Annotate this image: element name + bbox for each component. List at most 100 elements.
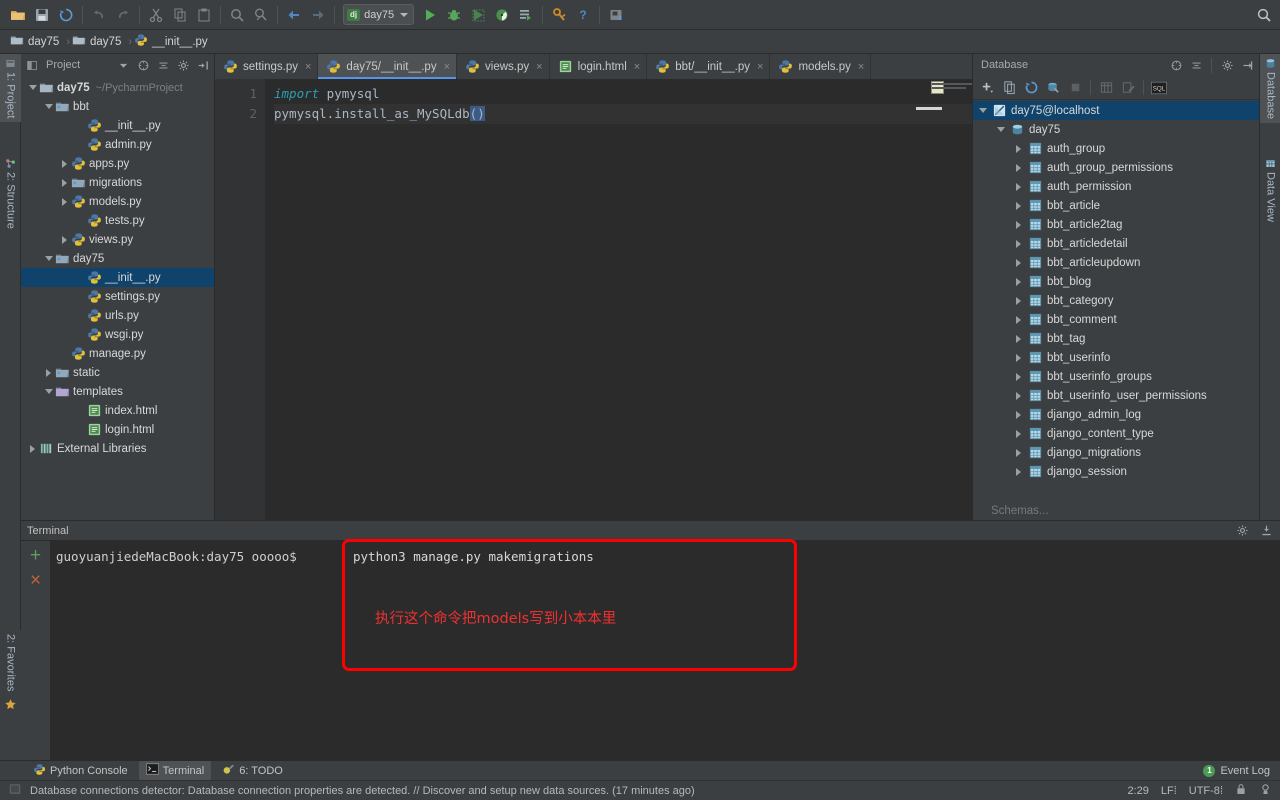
project-tree-item[interactable]: admin.py — [21, 135, 214, 154]
chevron-right-icon[interactable] — [1013, 390, 1024, 401]
database-tree-item[interactable]: bbt_article — [973, 196, 1259, 215]
collapse-all-icon[interactable] — [1188, 57, 1204, 73]
sidebar-tab-favorites[interactable]: 2: Favorites — [0, 630, 21, 715]
add-data-source-icon[interactable] — [977, 78, 997, 98]
sidebar-tab-project[interactable]: 1: Project — [0, 54, 21, 123]
chevron-down-icon[interactable] — [43, 101, 54, 112]
hide-panel-icon[interactable] — [1258, 523, 1274, 539]
project-tree-item[interactable]: bbt — [21, 97, 214, 116]
sync-data-source-icon[interactable] — [1043, 78, 1063, 98]
settings-gear-icon[interactable] — [175, 57, 191, 73]
scroll-from-source-icon[interactable] — [135, 57, 151, 73]
refresh-icon[interactable] — [1021, 78, 1041, 98]
code-content[interactable]: import pymysql pymysql.install_as_MySQLd… — [266, 79, 972, 520]
breadcrumb-item-0[interactable]: day75 — [8, 32, 66, 52]
chevron-down-icon[interactable] — [43, 253, 54, 264]
terminal-scrollbar[interactable] — [1269, 541, 1280, 760]
profile-button[interactable] — [490, 3, 514, 27]
chevron-right-icon[interactable] — [1013, 238, 1024, 249]
sql-console-icon[interactable]: SQL — [1149, 78, 1169, 98]
database-tree-item[interactable]: bbt_blog — [973, 272, 1259, 291]
chevron-right-icon[interactable] — [1013, 428, 1024, 439]
chevron-right-icon[interactable] — [1013, 409, 1024, 420]
breadcrumb-item-1[interactable]: day75 — [70, 32, 128, 52]
chevron-right-icon[interactable] — [1013, 200, 1024, 211]
run-with-coverage-button[interactable] — [466, 3, 490, 27]
sidebar-tab-structure[interactable]: 2: Structure — [0, 154, 21, 233]
chevron-right-icon[interactable] — [1013, 371, 1024, 382]
database-tree-item[interactable]: bbt_tag — [973, 329, 1259, 348]
database-tree-item[interactable]: day75 — [973, 120, 1259, 139]
save-all-icon[interactable] — [30, 3, 54, 27]
project-tree-item[interactable]: wsgi.py — [21, 325, 214, 344]
project-tree-item[interactable]: External Libraries — [21, 439, 214, 458]
undo-icon[interactable] — [87, 3, 111, 27]
chevron-right-icon[interactable] — [59, 196, 70, 207]
database-tree-item[interactable]: auth_permission — [973, 177, 1259, 196]
database-tree[interactable]: day75@localhost day75 auth_group auth_group… — [973, 100, 1259, 501]
editor-tab[interactable]: bbt/__init__.py × — [647, 54, 771, 79]
run-configuration-selector[interactable]: dj day75 — [343, 4, 415, 25]
paste-icon[interactable] — [192, 3, 216, 27]
database-schemas-link[interactable]: Schemas... — [973, 501, 1259, 520]
project-tree-item[interactable]: __init__.py — [21, 116, 214, 135]
editor-tab[interactable]: models.py × — [770, 54, 872, 79]
chevron-right-icon[interactable] — [1013, 333, 1024, 344]
close-icon[interactable]: × — [634, 61, 640, 73]
bottom-tab-python-console[interactable]: Python Console — [26, 761, 135, 781]
project-tree-item[interactable]: migrations — [21, 173, 214, 192]
project-tree-item[interactable]: __init__.py — [21, 268, 214, 287]
line-separator[interactable]: LF⁞ — [1161, 785, 1177, 797]
editor-tab[interactable]: day75/__init__.py × — [318, 54, 458, 79]
project-tree-item[interactable]: models.py — [21, 192, 214, 211]
lock-icon[interactable] — [1235, 783, 1247, 799]
chevron-right-icon[interactable] — [59, 158, 70, 169]
database-tree-item[interactable]: django_migrations — [973, 443, 1259, 462]
settings-gear-icon[interactable] — [1219, 57, 1235, 73]
collapse-all-icon[interactable] — [155, 57, 171, 73]
duplicate-icon[interactable] — [999, 78, 1019, 98]
chevron-right-icon[interactable] — [1013, 257, 1024, 268]
database-tree-item[interactable]: auth_group — [973, 139, 1259, 158]
project-tree-item[interactable]: day75 — [21, 249, 214, 268]
project-tree-item[interactable]: static — [21, 363, 214, 382]
new-terminal-session-button[interactable]: + — [30, 546, 41, 565]
sidebar-tab-data-view[interactable]: Data View — [1260, 154, 1280, 226]
scroll-from-source-icon[interactable] — [1168, 57, 1184, 73]
settings-gear-icon[interactable] — [547, 3, 571, 27]
redo-icon[interactable] — [111, 3, 135, 27]
editor-tab[interactable]: settings.py × — [215, 54, 319, 79]
chevron-right-icon[interactable] — [1013, 219, 1024, 230]
close-icon[interactable]: × — [858, 61, 864, 73]
database-tree-item[interactable]: bbt_articledetail — [973, 234, 1259, 253]
terminal-output[interactable]: guoyuanjiedeMacBook:day75 ooooo$ python3… — [50, 539, 1280, 760]
back-icon[interactable] — [282, 3, 306, 27]
file-encoding[interactable]: UTF-8⁞ — [1189, 785, 1223, 797]
code-editor[interactable]: 12 import pymysql pymysql.install_as_MyS… — [215, 79, 972, 520]
status-notification-icon[interactable] — [8, 782, 22, 799]
database-tree-item[interactable]: bbt_article2tag — [973, 215, 1259, 234]
attach-debugger-button[interactable] — [514, 3, 538, 27]
caret-position[interactable]: 2:29 — [1127, 785, 1148, 797]
editor-tab[interactable]: views.py × — [457, 54, 550, 79]
find-icon[interactable] — [225, 3, 249, 27]
settings-gear-icon[interactable] — [1234, 523, 1250, 539]
project-tree-item[interactable]: settings.py — [21, 287, 214, 306]
help-icon[interactable]: ? — [571, 3, 595, 27]
run-button[interactable] — [418, 3, 442, 27]
database-tree-item[interactable]: bbt_userinfo_groups — [973, 367, 1259, 386]
breadcrumb-item-2[interactable]: __init__.py — [132, 32, 215, 52]
bottom-tab-terminal[interactable]: Terminal — [138, 761, 212, 780]
bottom-tab-todo[interactable]: 6: TODO — [215, 761, 290, 781]
search-everywhere-icon[interactable] — [1256, 7, 1272, 26]
hide-panel-icon[interactable] — [1239, 57, 1255, 73]
chevron-down-icon[interactable] — [43, 386, 54, 397]
database-tree-item[interactable]: day75@localhost — [973, 101, 1259, 120]
database-tree-item[interactable]: bbt_comment — [973, 310, 1259, 329]
project-tree-item[interactable]: templates — [21, 382, 214, 401]
cut-icon[interactable] — [144, 3, 168, 27]
project-tree-item[interactable]: tests.py — [21, 211, 214, 230]
database-tree-item[interactable]: bbt_category — [973, 291, 1259, 310]
database-tree-item[interactable]: bbt_userinfo — [973, 348, 1259, 367]
database-tree-item[interactable]: django_admin_log — [973, 405, 1259, 424]
